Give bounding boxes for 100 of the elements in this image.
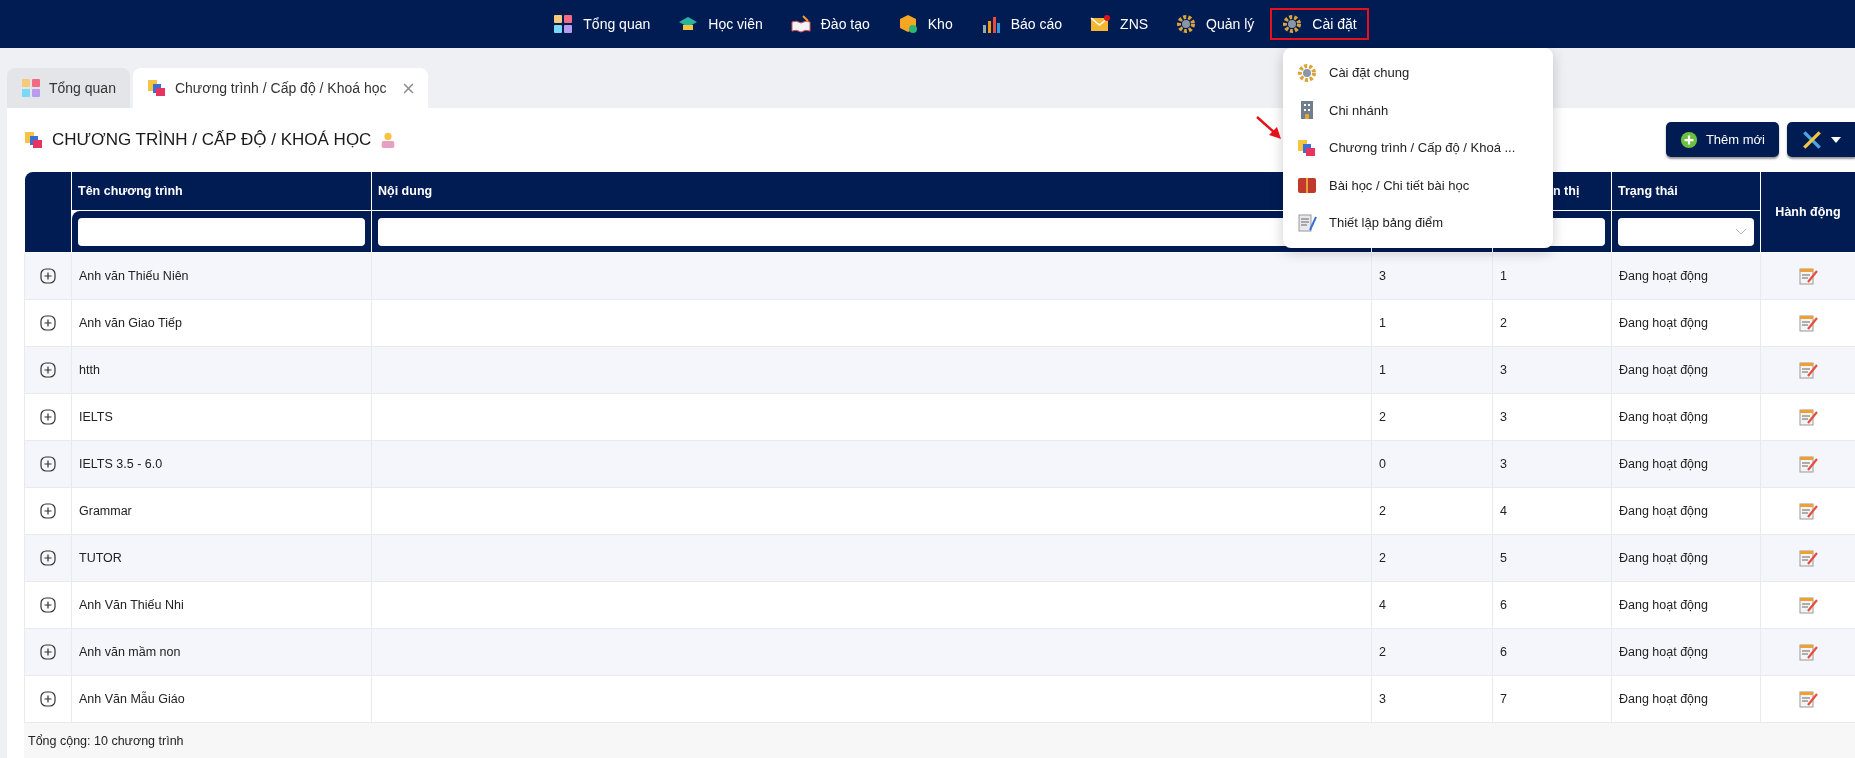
table-cell: 2 xyxy=(1379,550,1386,565)
tab[interactable]: Tổng quan xyxy=(7,68,130,108)
table-cell: 5 xyxy=(1500,550,1507,565)
table-cell: 3 xyxy=(1379,691,1386,706)
table-cell: 2 xyxy=(1379,503,1386,518)
table-cell: Anh văn Thiếu Niên xyxy=(79,268,189,283)
table-cell: 0 xyxy=(1379,456,1386,471)
filter-field[interactable] xyxy=(78,217,365,246)
edit-icon[interactable] xyxy=(1798,501,1818,521)
table-cell: Đang hoạt động xyxy=(1619,644,1708,659)
tools-icon xyxy=(1801,128,1823,151)
plus-icon xyxy=(1679,130,1698,149)
nav-item[interactable]: Tổng quan xyxy=(541,8,663,40)
chevron-down-icon xyxy=(1736,228,1746,235)
column-header: Trạng thái xyxy=(1611,171,1761,211)
table-cell: 3 xyxy=(1500,456,1507,471)
table-cell: Đang hoạt động xyxy=(1619,409,1708,424)
edit-icon[interactable] xyxy=(1798,548,1818,568)
table-cell: 3 xyxy=(1500,362,1507,377)
table-cell: Đang hoạt động xyxy=(1619,456,1708,471)
edit-icon[interactable] xyxy=(1798,689,1818,709)
tab[interactable]: Chương trình / Cấp độ / Khoá học xyxy=(132,68,428,108)
expand-icon[interactable] xyxy=(40,409,56,426)
table-cell: Grammar xyxy=(79,503,132,518)
menu-item[interactable]: Chương trình / Cấp độ / Khoá ... xyxy=(1283,129,1553,167)
book-icon xyxy=(1297,175,1317,196)
book-pencil-icon xyxy=(790,14,811,34)
table-cell: 4 xyxy=(1500,503,1507,518)
gear-icon xyxy=(1176,14,1197,34)
table-cell: Đang hoạt động xyxy=(1619,362,1708,377)
books-icon xyxy=(146,78,167,98)
nav-item[interactable]: Học viên xyxy=(666,8,775,40)
table-cell: 2 xyxy=(1379,644,1386,659)
table-cell: 2 xyxy=(1500,315,1507,330)
expand-icon[interactable] xyxy=(40,691,56,708)
document-pencil-icon xyxy=(1297,212,1317,233)
column-header: Tên chương trình xyxy=(71,171,372,211)
expand-icon[interactable] xyxy=(40,503,56,520)
table-cell: 4 xyxy=(1379,597,1386,612)
table-cell: Anh văn mầm non xyxy=(79,644,181,659)
bar-chart-icon xyxy=(980,14,1001,34)
edit-icon[interactable] xyxy=(1798,407,1818,427)
expand-icon[interactable] xyxy=(40,644,56,661)
table-cell: 1 xyxy=(1379,362,1386,377)
nav-item[interactable]: Báo cáo xyxy=(968,8,1075,40)
books-icon xyxy=(1297,137,1317,158)
table-cell: 2 xyxy=(1379,409,1386,424)
filter-select[interactable] xyxy=(1618,217,1754,246)
menu-item[interactable]: Cài đặt chung xyxy=(1283,54,1553,92)
edit-icon[interactable] xyxy=(1798,313,1818,333)
table-cell: IELTS xyxy=(79,409,113,424)
edit-icon[interactable] xyxy=(1798,454,1818,474)
edit-icon[interactable] xyxy=(1798,595,1818,615)
add-button[interactable]: Thêm mới xyxy=(1665,122,1779,157)
table-cell: htth xyxy=(79,362,100,377)
expand-icon[interactable] xyxy=(40,268,56,285)
table-cell: Đang hoạt động xyxy=(1619,268,1708,283)
edit-icon[interactable] xyxy=(1798,360,1818,380)
box-icon xyxy=(897,14,918,34)
table-cell: Đang hoạt động xyxy=(1619,691,1708,706)
page-title: CHƯƠNG TRÌNH / CẤP ĐỘ / KHOÁ HỌC xyxy=(52,128,372,151)
table-cell: Đang hoạt động xyxy=(1619,550,1708,565)
expand-icon[interactable] xyxy=(40,456,56,473)
nav-item[interactable]: Kho xyxy=(885,8,965,40)
table-cell: IELTS 3.5 - 6.0 xyxy=(79,456,163,471)
total-count: Tổng cộng: 10 chương trình xyxy=(28,732,184,750)
table-cell: Anh Văn Thiếu Nhi xyxy=(79,597,184,612)
table-cell: 1 xyxy=(1500,268,1507,283)
table-cell: Đang hoạt động xyxy=(1619,597,1708,612)
gear-icon xyxy=(1297,62,1317,83)
nav-item[interactable]: Đào tạo xyxy=(778,8,882,40)
expand-icon[interactable] xyxy=(40,550,56,567)
expand-icon[interactable] xyxy=(40,362,56,379)
menu-item[interactable]: Chi nhánh xyxy=(1283,91,1553,129)
table-cell: 6 xyxy=(1500,597,1507,612)
table-cell: 7 xyxy=(1500,691,1507,706)
expand-icon[interactable] xyxy=(40,315,56,332)
expand-icon[interactable] xyxy=(40,597,56,614)
column-header: Hành động xyxy=(1760,171,1855,253)
close-icon[interactable] xyxy=(402,82,414,94)
caret-icon xyxy=(1831,136,1841,143)
table-cell: TUTOR xyxy=(79,550,122,565)
tools-button[interactable] xyxy=(1787,122,1855,157)
gear-icon xyxy=(1282,14,1303,34)
envelope-icon xyxy=(1090,14,1111,34)
nav-item[interactable]: Cài đặt xyxy=(1270,8,1369,40)
books-icon xyxy=(24,129,44,150)
grid-icon xyxy=(553,14,574,34)
table-cell: Đang hoạt động xyxy=(1619,315,1708,330)
table-cell: 3 xyxy=(1500,409,1507,424)
table-cell: Anh Văn Mẫu Giáo xyxy=(79,691,185,706)
nav-item[interactable]: Quản lý xyxy=(1164,8,1267,40)
table-cell: Đang hoạt động xyxy=(1619,503,1708,518)
edit-icon[interactable] xyxy=(1798,642,1818,662)
table-cell: 1 xyxy=(1379,315,1386,330)
nav-item[interactable]: ZNS xyxy=(1078,8,1161,40)
table-cell: Anh văn Giao Tiếp xyxy=(79,315,182,330)
edit-icon[interactable] xyxy=(1798,266,1818,286)
table-cell: 6 xyxy=(1500,644,1507,659)
grid-icon xyxy=(21,78,41,98)
